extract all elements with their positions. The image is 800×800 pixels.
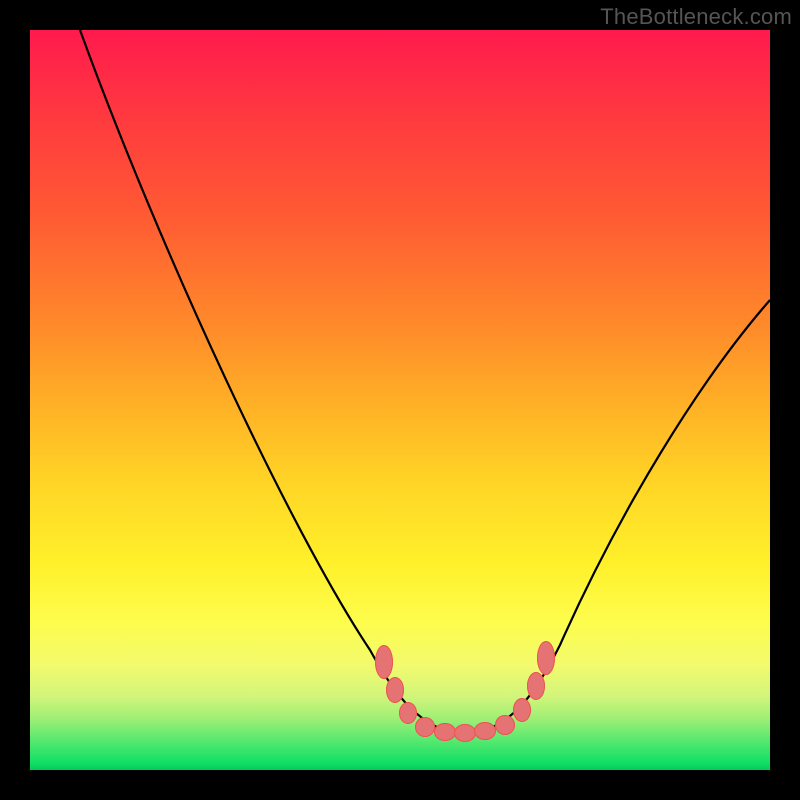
optimal-dot	[386, 677, 404, 703]
optimal-dot	[513, 698, 531, 722]
curve-left-arm	[80, 30, 465, 735]
optimal-dot	[375, 645, 393, 679]
chart-frame: TheBottleneck.com	[0, 0, 800, 800]
optimal-dot	[537, 641, 555, 675]
optimal-dot	[415, 717, 435, 737]
curve-right-arm	[465, 300, 770, 735]
optimal-dot	[434, 723, 456, 741]
bottleneck-curve	[30, 30, 770, 770]
optimal-dot	[474, 722, 496, 740]
optimal-dot	[454, 724, 476, 742]
watermark-label: TheBottleneck.com	[600, 4, 792, 30]
optimal-dot	[527, 672, 545, 700]
optimal-dot	[495, 715, 515, 735]
optimal-dot	[399, 702, 417, 724]
